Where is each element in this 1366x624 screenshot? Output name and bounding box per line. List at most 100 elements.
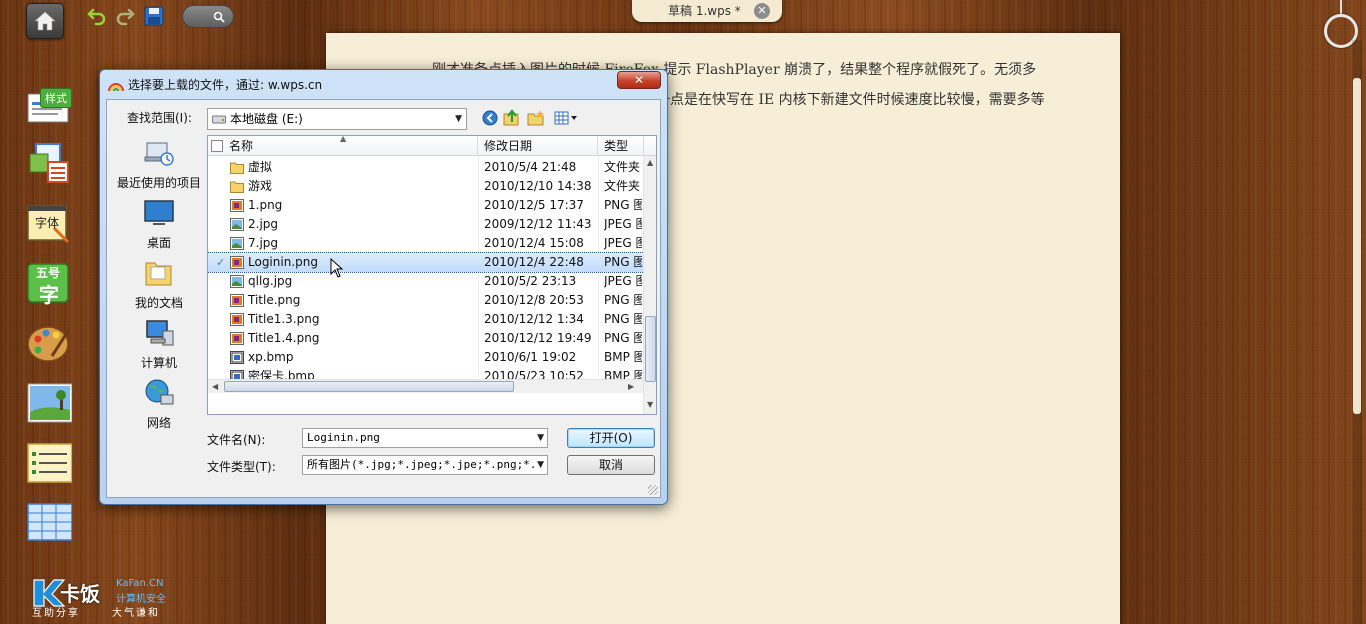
file-list[interactable]: 名称 ▲ 修改日期 类型 虚拟 2010/5/4 21:48 文件夹 游戏 2010/1… [207, 135, 657, 415]
dialog-close-button[interactable]: ✕ [617, 71, 661, 89]
look-in-value: 本地磁盘 (E:) [230, 112, 303, 126]
open-button[interactable]: 打开(O) [567, 428, 655, 448]
scroll-down-icon[interactable]: ▼ [647, 400, 653, 409]
chevron-down-icon[interactable]: ▼ [534, 429, 544, 447]
view-menu-button[interactable] [553, 109, 579, 127]
look-in-dropdown[interactable]: 本地磁盘 (E:) ▼ [207, 108, 467, 130]
desktop-icon [144, 200, 174, 225]
color-palette-tool[interactable] [26, 322, 72, 364]
file-list-hscrollbar[interactable]: ◀ ▶ [208, 379, 643, 393]
drive-icon [212, 115, 226, 124]
file-row[interactable]: Title.png 2010/12/8 20:53 PNG 图 [208, 291, 644, 310]
file-list-vscroll-thumb[interactable] [645, 316, 656, 382]
file-date: 2010/12/4 15:08 [484, 236, 584, 250]
place-computer[interactable]: 计算机 [111, 317, 207, 371]
search-button[interactable] [182, 5, 234, 28]
column-type-label: 类型 [604, 139, 629, 153]
home-button[interactable] [26, 3, 64, 39]
file-row[interactable]: Title1.4.png 2010/12/12 19:49 PNG 图 [208, 329, 644, 348]
file-row[interactable]: Title1.3.png 2010/12/12 1:34 PNG 图 [208, 310, 644, 329]
close-tab-icon[interactable]: ✕ [754, 3, 770, 19]
file-name: 7.jpg [248, 236, 279, 250]
file-date: 2010/5/4 21:48 [484, 160, 577, 174]
computer-icon [146, 320, 174, 346]
file-name: xp.bmp [248, 350, 294, 364]
cancel-button[interactable]: 取消 [567, 455, 655, 475]
chevron-down-icon[interactable]: ▼ [534, 456, 544, 474]
column-header-type[interactable]: 类型 [598, 136, 644, 156]
scroll-left-icon[interactable]: ◀ [212, 382, 218, 391]
back-button[interactable] [481, 109, 499, 127]
image-icon [27, 383, 73, 423]
dialog-body: 查找范围(I): 本地磁盘 (E:) ▼ 最近使用的项目 桌面 我的文档 计算机… [106, 99, 661, 498]
file-type: 文件夹 [604, 160, 641, 174]
bmp-file-icon [230, 351, 244, 364]
style-tool[interactable]: 样式 [26, 84, 72, 126]
insert-content-icon [29, 143, 69, 183]
scroll-up-icon[interactable]: ▲ [647, 158, 653, 167]
kafan-watermark-logo: 卡饭 KaFan.CN 计算机安全 互助分享 大气谦和 [30, 576, 180, 620]
file-row[interactable]: ✓ Loginin.png 2010/12/4 22:48 PNG 图 [208, 252, 645, 273]
scroll-right-icon[interactable]: ▶ [628, 382, 634, 391]
watermark-slogan: 计算机安全 [116, 594, 166, 605]
save-button[interactable] [144, 6, 164, 26]
file-row[interactable]: 虚拟 2010/5/4 21:48 文件夹 [208, 158, 644, 177]
insert-image-tool[interactable] [26, 382, 73, 424]
folder-icon [230, 180, 244, 193]
file-row[interactable]: 游戏 2010/12/10 14:38 文件夹 [208, 177, 644, 196]
up-folder-icon [503, 109, 519, 126]
font-size-tool[interactable]: 五号 字 [26, 262, 72, 307]
file-row[interactable]: 1.png 2010/12/5 17:37 PNG 图 [208, 196, 644, 215]
folder-icon [230, 161, 244, 174]
filename-value: Loginin.png [307, 431, 380, 444]
file-type: PNG 图 [604, 331, 642, 345]
redo-button[interactable] [115, 6, 135, 26]
row-check-icon[interactable]: ✓ [216, 253, 225, 272]
table-icon [27, 503, 73, 541]
filetype-value: 所有图片(*.jpg;*.jpeg;*.jpe;*.png;*.e [307, 458, 544, 471]
file-list-vscrollbar[interactable]: ▲ ▼ [643, 156, 656, 414]
font-label: 字体 [35, 216, 60, 230]
file-type: 文件夹 [604, 179, 641, 193]
chevron-down-icon: ▼ [455, 114, 462, 124]
file-type: PNG 图 [604, 255, 642, 269]
place-my-documents[interactable]: 我的文档 [111, 257, 207, 311]
my-documents-icon [145, 262, 172, 286]
resize-grip[interactable] [648, 485, 658, 495]
up-folder-button[interactable] [503, 109, 521, 127]
dialog-title-bar[interactable]: 选择要上载的文件，通过: w.wps.cn [108, 76, 322, 94]
file-date: 2010/12/12 1:34 [484, 312, 584, 326]
file-row[interactable]: 7.jpg 2010/12/4 15:08 JPEG 图 [208, 234, 644, 253]
list-icon [27, 443, 73, 483]
new-folder-button[interactable] [527, 109, 545, 127]
undo-button[interactable] [87, 6, 107, 26]
page-scrollbar-thumb[interactable] [1353, 78, 1361, 414]
png-file-icon [230, 256, 244, 269]
place-recent-items[interactable]: 最近使用的项目 [111, 137, 207, 191]
list-tool[interactable] [26, 442, 73, 484]
rainbow-icon [108, 83, 124, 92]
column-header-date[interactable]: 修改日期 [478, 136, 598, 156]
file-list-header: 名称 ▲ 修改日期 类型 [208, 136, 656, 156]
insert-content-tool[interactable] [26, 142, 72, 184]
column-header-name[interactable]: 名称 ▲ [208, 136, 478, 156]
page-scrollbar[interactable] [1352, 40, 1362, 624]
file-list-hscroll-thumb[interactable] [224, 381, 514, 392]
png-file-icon [230, 332, 244, 345]
file-date: 2010/12/4 22:48 [484, 255, 584, 269]
file-date: 2010/5/2 23:13 [484, 274, 577, 288]
file-row[interactable]: xp.bmp 2010/6/1 19:02 BMP 图 [208, 348, 644, 367]
place-desktop[interactable]: 桌面 [111, 197, 207, 251]
filename-input[interactable]: Loginin.png ▼ [302, 428, 548, 448]
file-row[interactable]: 2.jpg 2009/12/12 11:43 JPEG 图 [208, 215, 644, 234]
file-date: 2010/6/1 19:02 [484, 350, 577, 364]
file-date: 2010/12/10 14:38 [484, 179, 592, 193]
watermark-site: KaFan.CN [116, 578, 164, 589]
file-row[interactable]: qllg.jpg 2010/5/2 23:13 JPEG 图 [208, 272, 644, 291]
font-tool[interactable]: 字体 [26, 202, 72, 244]
filetype-label: 文件类型(T): [207, 460, 276, 474]
place-network[interactable]: 网络 [111, 377, 207, 431]
filetype-dropdown[interactable]: 所有图片(*.jpg;*.jpeg;*.jpe;*.png;*.e ▼ [302, 455, 548, 475]
document-tab[interactable]: 草稿 1.wps * ✕ [632, 0, 782, 22]
table-tool[interactable] [26, 502, 73, 544]
